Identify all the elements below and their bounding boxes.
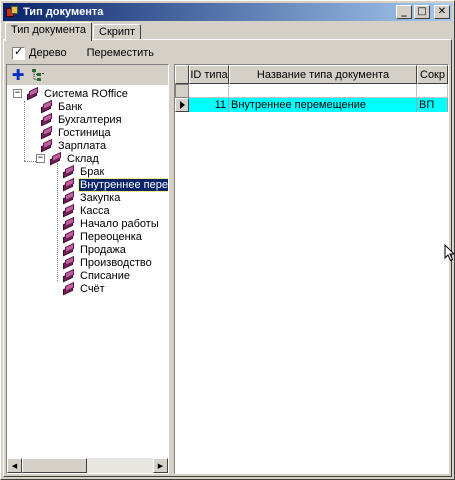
tree-node-warehouse[interactable]: − Склад: [36, 151, 100, 165]
book-icon: [62, 268, 76, 282]
book-icon: [62, 255, 76, 269]
tree-node-sale[interactable]: Продажа: [62, 242, 127, 256]
tree-node-salary[interactable]: Зарплата: [40, 138, 107, 152]
close-button[interactable]: ✕: [434, 5, 450, 19]
book-icon: [62, 216, 76, 230]
tree-node-label[interactable]: Брак: [79, 166, 105, 178]
maximize-button[interactable]: □: [414, 5, 430, 19]
book-icon: [62, 190, 76, 204]
filter-short[interactable]: [417, 84, 448, 98]
tree-node-label[interactable]: Касса: [79, 205, 111, 217]
cell-name[interactable]: Внутреннее перемещение: [229, 98, 417, 112]
filter-id[interactable]: [189, 84, 229, 98]
tree-node-label[interactable]: Банк: [57, 101, 83, 113]
tree-node-production[interactable]: Производство: [62, 255, 153, 269]
scroll-right-button[interactable]: ▶: [153, 458, 168, 473]
grid-header: ID типа Название типа документа Сокр: [175, 65, 448, 84]
tree-node-write-off[interactable]: Списание: [62, 268, 131, 282]
app-icon: [5, 5, 19, 19]
tree-node-invoice[interactable]: Счёт: [62, 281, 106, 295]
book-icon: [40, 138, 54, 152]
book-icon: [26, 86, 40, 100]
tree-view-button[interactable]: [29, 66, 47, 84]
tree-node-internal-transfer[interactable]: Внутреннее перемещ: [62, 177, 168, 192]
tree-node-label[interactable]: Переоценка: [79, 231, 143, 243]
tree-node-label[interactable]: Зарплата: [57, 140, 107, 152]
tree-node-defect[interactable]: Брак: [62, 164, 105, 178]
book-icon: [62, 242, 76, 256]
book-icon: [62, 229, 76, 243]
tab-strip: Тип документа Скрипт: [5, 22, 142, 41]
tree-node-label[interactable]: Бухгалтерия: [57, 114, 123, 126]
tree-view-icon: [32, 69, 44, 81]
document-type-window: Тип документа _ □ ✕ Тип документа Скрипт…: [0, 0, 455, 480]
move-button[interactable]: Переместить: [85, 45, 156, 61]
tree-node-label[interactable]: Продажа: [79, 244, 127, 256]
tree-node-start-work[interactable]: Начало работы: [62, 216, 160, 230]
window-title: Тип документа: [23, 6, 104, 18]
tab-panel: Дерево Переместить ✚: [3, 39, 452, 477]
title-bar[interactable]: Тип документа _ □ ✕: [3, 3, 452, 21]
scroll-thumb[interactable]: [22, 458, 87, 473]
tree-node-cash[interactable]: Касса: [62, 203, 111, 217]
book-icon: [62, 203, 76, 217]
book-icon: [62, 164, 76, 178]
tree-node-revaluation[interactable]: Переоценка: [62, 229, 143, 243]
toolbar: Дерево Переместить: [6, 42, 449, 64]
collapse-icon[interactable]: −: [13, 89, 22, 98]
collapse-icon[interactable]: −: [36, 154, 45, 163]
tree-toolbar: ✚: [7, 65, 168, 85]
tree-checkbox-label[interactable]: Дерево: [29, 47, 67, 59]
tree-pane: ✚ − Система ROffice Банк Бухгалтерия Гос…: [6, 64, 169, 474]
tree-node-label[interactable]: Списание: [79, 270, 131, 282]
filter-indicator: [175, 84, 189, 98]
tree-view[interactable]: − Система ROffice Банк Бухгалтерия Гости…: [7, 85, 168, 458]
tab-document-type[interactable]: Тип документа: [5, 22, 93, 41]
tree-node-root[interactable]: − Система ROffice: [13, 86, 129, 100]
tree-checkbox[interactable]: [12, 45, 25, 60]
tree-node-purchase[interactable]: Закупка: [62, 190, 121, 204]
column-header-short[interactable]: Сокр: [417, 65, 448, 84]
book-icon: [40, 125, 54, 139]
column-header-id[interactable]: ID типа: [189, 65, 229, 84]
book-icon: [40, 112, 54, 126]
mouse-cursor-icon: [444, 244, 455, 262]
table-row[interactable]: 11 Внутреннее перемещение ВП: [175, 98, 448, 112]
document-types-grid[interactable]: ID типа Название типа документа Сокр 11 …: [174, 64, 449, 474]
row-indicator[interactable]: [175, 98, 189, 112]
book-icon: [62, 281, 76, 295]
book-icon: [49, 151, 63, 165]
tree-node-hotel[interactable]: Гостиница: [40, 125, 112, 139]
tab-script[interactable]: Скрипт: [93, 24, 142, 40]
filter-name[interactable]: [229, 84, 417, 98]
tree-node-label[interactable]: Закупка: [79, 192, 121, 204]
tree-node-bank[interactable]: Банк: [40, 99, 83, 113]
horizontal-scrollbar[interactable]: ◀ ▶: [7, 458, 168, 473]
book-icon: [62, 177, 76, 191]
cell-id[interactable]: 11: [189, 98, 229, 112]
tree-node-label[interactable]: Производство: [79, 257, 153, 269]
minimize-button[interactable]: _: [396, 5, 412, 19]
tree-node-label[interactable]: Гостиница: [57, 127, 112, 139]
plus-icon: ✚: [11, 66, 25, 84]
cell-short[interactable]: ВП: [417, 98, 448, 112]
book-icon: [40, 99, 54, 113]
current-row-icon: [179, 101, 185, 109]
row-indicator-header: [175, 65, 189, 84]
tree-node-label[interactable]: Счёт: [79, 283, 106, 295]
tree-node-label[interactable]: Система ROffice: [43, 88, 129, 100]
scroll-track[interactable]: [22, 458, 153, 473]
scroll-left-button[interactable]: ◀: [7, 458, 22, 473]
tree-node-label[interactable]: Начало работы: [79, 218, 160, 230]
tree-node-label[interactable]: Склад: [66, 153, 100, 165]
column-header-name[interactable]: Название типа документа: [229, 65, 417, 84]
add-button[interactable]: ✚: [9, 66, 27, 84]
tree-node-accounting[interactable]: Бухгалтерия: [40, 112, 123, 126]
filter-row: [175, 84, 448, 98]
tree-node-label-selected[interactable]: Внутреннее перемещ: [78, 177, 168, 192]
